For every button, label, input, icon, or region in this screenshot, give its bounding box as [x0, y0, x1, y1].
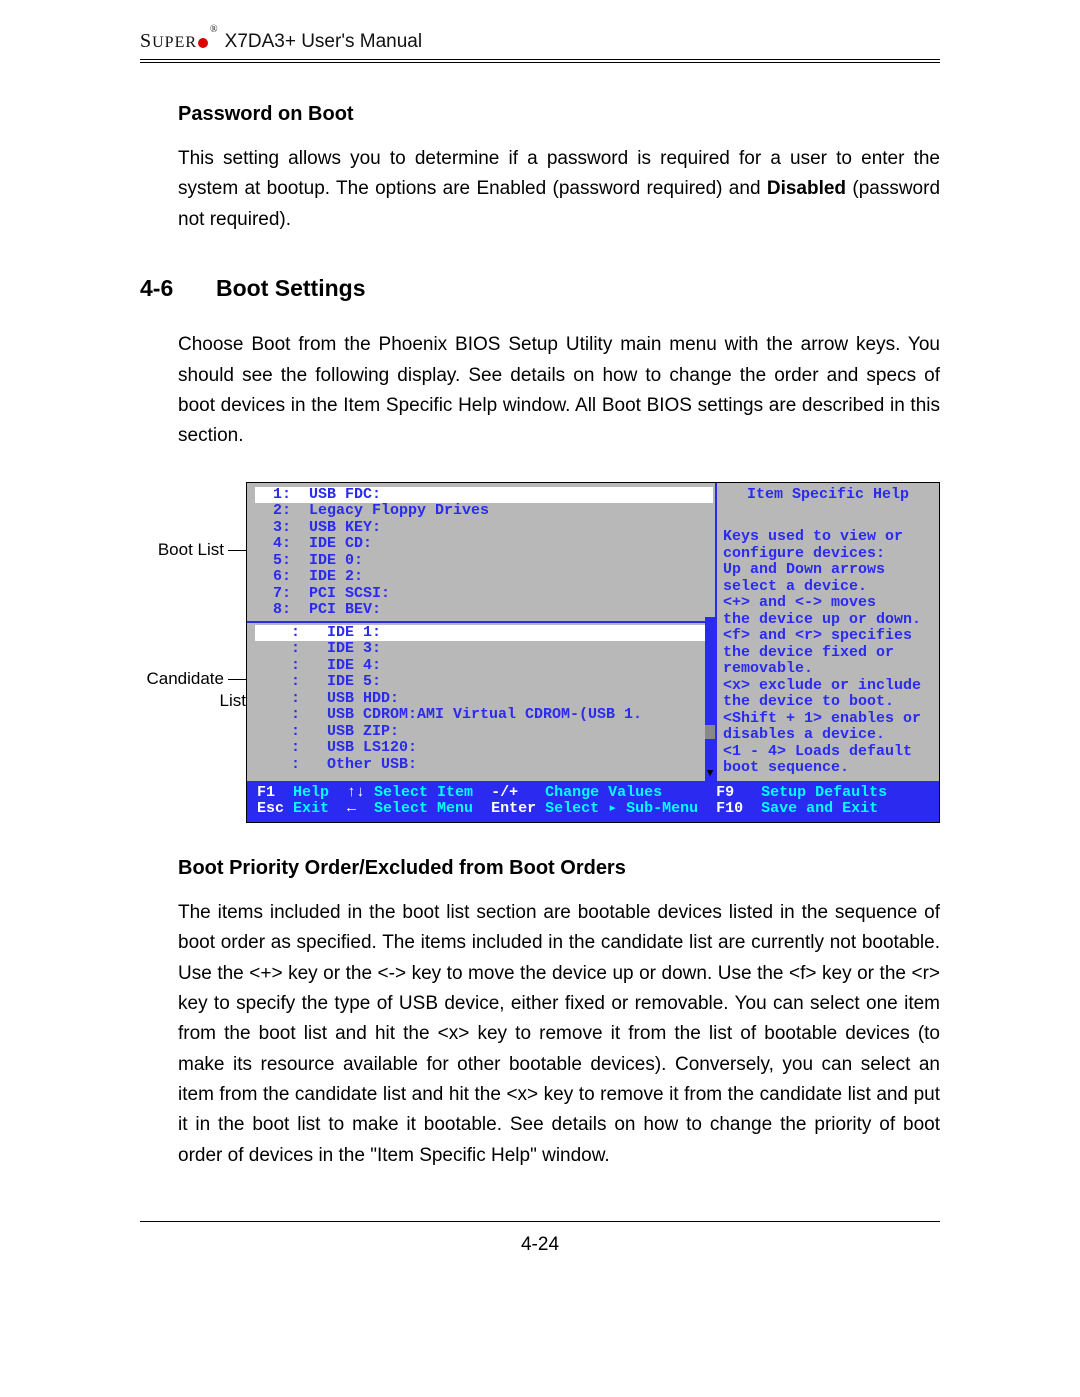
section-heading: 4-6Boot Settings: [140, 275, 940, 302]
brand-logo: SUPER®: [140, 30, 219, 53]
help-line: <f> and <r> specifies: [723, 628, 933, 645]
bios-body: 1: USB FDC: 2: Legacy Floppy Drives 3: U…: [247, 483, 939, 781]
help-line: <+> and <-> moves: [723, 595, 933, 612]
bios-main-panel: 1: USB FDC: 2: Legacy Floppy Drives 3: U…: [247, 483, 717, 781]
boot-priority-text: The items included in the boot list sect…: [178, 898, 940, 1172]
label-line-icon: [228, 550, 246, 551]
help-line: the device to boot.: [723, 694, 933, 711]
brand-leading: S: [140, 30, 152, 52]
label-boot-list-text: Boot List: [158, 540, 224, 559]
bios-footer: F1 Help ↑↓ Select Item -/+ Change Values…: [247, 781, 939, 822]
brand-rest: UPER: [152, 34, 197, 51]
help-line: boot sequence.: [723, 760, 933, 777]
help-line: the device fixed or: [723, 645, 933, 662]
bios-row: 7: PCI SCSI:: [255, 586, 709, 603]
bios-row: : IDE 5:: [255, 674, 709, 691]
bios-row: : USB ZIP:: [255, 724, 709, 741]
scrollbar-down-icon[interactable]: ▼: [705, 769, 715, 781]
bios-row: 2: Legacy Floppy Drives: [255, 503, 709, 520]
page-header: SUPER® X7DA3+ User's Manual: [140, 30, 940, 63]
manual-page: SUPER® X7DA3+ User's Manual Password on …: [0, 0, 1080, 1296]
label-candidate-text1: Candidate: [146, 669, 224, 688]
bios-row: 4: IDE CD:: [255, 536, 709, 553]
bios-row: : IDE 3:: [255, 641, 709, 658]
bios-row: 5: IDE 0:: [255, 553, 709, 570]
registered-icon: ®: [210, 24, 219, 35]
boot-priority-heading: Boot Priority Order/Excluded from Boot O…: [178, 857, 940, 880]
bios-row: 1: USB FDC:: [255, 487, 713, 504]
help-line: disables a device.: [723, 727, 933, 744]
bios-row: : IDE 1:: [255, 625, 713, 642]
manual-title: X7DA3+ User's Manual: [225, 31, 422, 53]
brand-dot-icon: [198, 38, 208, 48]
section-intro: Choose Boot from the Phoenix BIOS Setup …: [178, 330, 940, 452]
bios-divider: [247, 621, 715, 623]
bios-row: : Other USB:: [255, 757, 709, 774]
content-column: Password on Boot This setting allows you…: [140, 103, 940, 1171]
help-line: configure devices:: [723, 546, 933, 563]
help-line: the device up or down.: [723, 612, 933, 629]
label-candidate-list: Candidate List: [146, 668, 246, 712]
help-title: Item Specific Help: [723, 487, 933, 504]
help-line: <Shift + 1> enables or: [723, 711, 933, 728]
bios-row: : USB LS120:: [255, 740, 709, 757]
page-number: 4-24: [140, 1234, 940, 1256]
bios-row: : USB CDROM:AMI Virtual CDROM-(USB 1.: [255, 707, 709, 724]
help-line: select a device.: [723, 579, 933, 596]
scrollbar-thumb[interactable]: [705, 725, 715, 739]
scrollbar-track[interactable]: ▼: [705, 617, 715, 781]
help-line: Up and Down arrows: [723, 562, 933, 579]
section-number: 4-6: [140, 275, 216, 302]
bios-help-panel: Item Specific Help Keys used to view orc…: [717, 483, 939, 781]
bios-figure: Boot List Candidate List 1: USB FDC: 2: …: [140, 482, 940, 823]
label-line-icon: [228, 679, 246, 680]
bios-row: : USB HDD:: [255, 691, 709, 708]
help-text: Keys used to view orconfigure devices:Up…: [723, 529, 933, 777]
bios-row: 6: IDE 2:: [255, 569, 709, 586]
pwd-bold: Disabled: [767, 178, 846, 199]
password-on-boot-heading: Password on Boot: [178, 103, 940, 126]
help-line: <1 - 4> Loads default: [723, 744, 933, 761]
help-line: <x> exclude or include: [723, 678, 933, 695]
label-boot-list: Boot List: [158, 540, 246, 560]
password-on-boot-text: This setting allows you to determine if …: [178, 144, 940, 235]
bios-row: 8: PCI BEV:: [255, 602, 709, 619]
bios-screen: 1: USB FDC: 2: Legacy Floppy Drives 3: U…: [246, 482, 940, 823]
bios-row: 3: USB KEY:: [255, 520, 709, 537]
help-line: Keys used to view or: [723, 529, 933, 546]
footer-rule: [140, 1221, 940, 1222]
label-candidate-text2: List: [220, 691, 246, 710]
help-line: removable.: [723, 661, 933, 678]
bios-row: : IDE 4:: [255, 658, 709, 675]
section-title: Boot Settings: [216, 275, 366, 301]
